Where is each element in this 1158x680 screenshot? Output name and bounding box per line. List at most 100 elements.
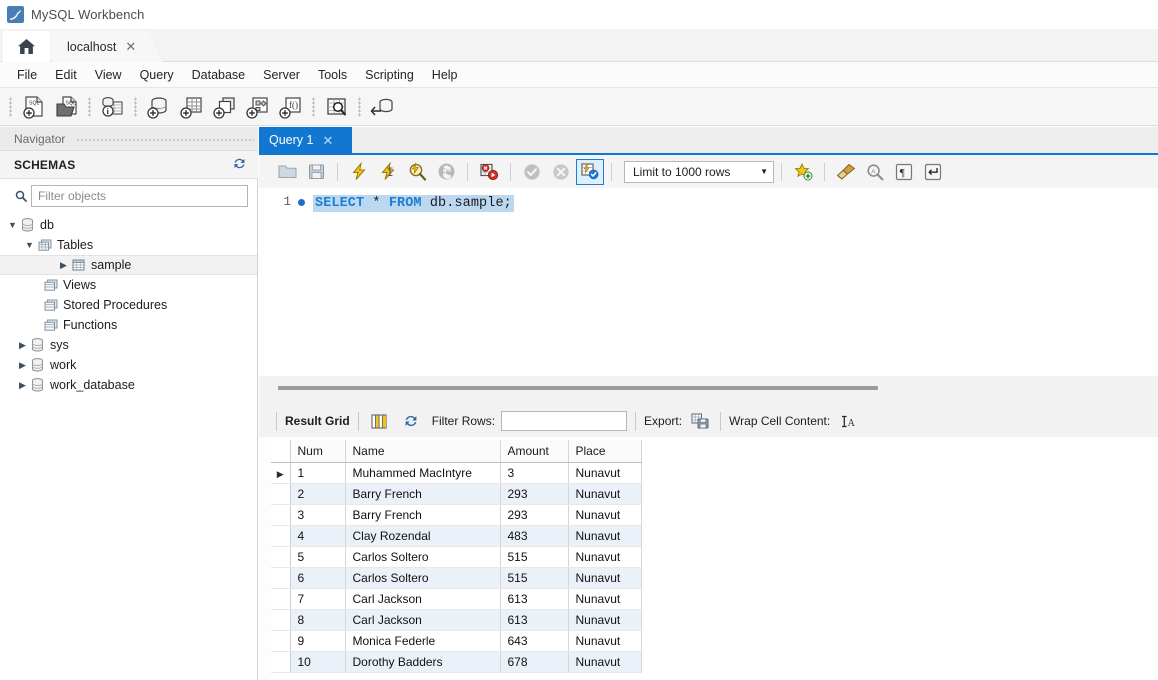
cell-name[interactable]: Barry French	[345, 504, 501, 526]
new-view-button[interactable]	[209, 92, 240, 122]
table-row[interactable]: 10 Dorothy Badders 678 Nunavut	[271, 651, 642, 673]
tree-item-tables[interactable]: ▼ Tables	[0, 235, 257, 255]
cell-place[interactable]: Nunavut	[568, 588, 642, 610]
explain-query-button[interactable]	[403, 159, 431, 185]
open-sql-script-button[interactable]: SQL	[51, 92, 82, 122]
cell-num[interactable]: 8	[290, 609, 346, 631]
refresh-icon[interactable]	[233, 157, 246, 173]
cell-num[interactable]: 6	[290, 567, 346, 589]
cell-num[interactable]: 10	[290, 651, 346, 673]
reconnect-server-button[interactable]	[367, 92, 398, 122]
cell-place[interactable]: Nunavut	[568, 504, 642, 526]
cell-name[interactable]: Monica Federle	[345, 630, 501, 652]
menu-item-scripting[interactable]: Scripting	[356, 65, 423, 85]
cell-name[interactable]: Barry French	[345, 483, 501, 505]
menu-item-server[interactable]: Server	[254, 65, 309, 85]
cell-num[interactable]: 5	[290, 546, 346, 568]
tree-item-stored-procedures[interactable]: Stored Procedures	[0, 295, 257, 315]
cell-place[interactable]: Nunavut	[568, 651, 642, 673]
row-selector[interactable]	[271, 546, 291, 568]
rollback-button[interactable]	[547, 159, 575, 185]
wrap-cell-content-button[interactable]: A	[836, 409, 860, 433]
close-icon[interactable]: ✕	[322, 134, 333, 147]
tree-item-functions[interactable]: Functions	[0, 315, 257, 335]
toggle-autocommit-button[interactable]	[576, 158, 604, 185]
row-selector[interactable]	[271, 525, 291, 547]
new-stored-procedure-button[interactable]	[242, 92, 273, 122]
menu-item-file[interactable]: File	[8, 65, 46, 85]
cell-name[interactable]: Carl Jackson	[345, 588, 501, 610]
stop-query-button[interactable]	[432, 159, 460, 185]
add-snippet-button[interactable]	[789, 159, 817, 185]
cell-amount[interactable]: 613	[500, 609, 569, 631]
tree-item-work-database[interactable]: ▶ work_database	[0, 375, 257, 395]
column-header-num[interactable]: Num	[290, 440, 346, 463]
toggle-invisible-chars-button[interactable]: ¶	[890, 159, 918, 185]
sql-statement-text[interactable]: SELECT * FROM db.sample;	[313, 195, 514, 212]
row-selector[interactable]	[271, 567, 291, 589]
chevron-down-icon[interactable]: ▼	[6, 220, 19, 230]
cell-num[interactable]: 1	[290, 462, 346, 484]
menu-item-edit[interactable]: Edit	[46, 65, 86, 85]
refresh-result-button[interactable]	[399, 409, 423, 433]
new-table-button[interactable]	[176, 92, 207, 122]
chevron-right-icon[interactable]: ▶	[16, 340, 29, 351]
column-header-name[interactable]: Name	[345, 440, 501, 463]
row-selector[interactable]	[271, 504, 291, 526]
table-row[interactable]: 9 Monica Federle 643 Nunavut	[271, 630, 642, 652]
cell-amount[interactable]: 483	[500, 525, 569, 547]
tree-item-sample[interactable]: ▶ sample	[0, 255, 257, 275]
splitter-grip[interactable]	[278, 386, 878, 390]
find-button[interactable]: A	[861, 159, 889, 185]
tree-item-views[interactable]: Views	[0, 275, 257, 295]
close-icon[interactable]: ✕	[125, 40, 136, 53]
new-schema-button[interactable]	[143, 92, 174, 122]
cell-amount[interactable]: 293	[500, 483, 569, 505]
cell-name[interactable]: Clay Rozendal	[345, 525, 501, 547]
cell-place[interactable]: Nunavut	[568, 546, 642, 568]
cell-name[interactable]: Muhammed MacIntyre	[345, 462, 501, 484]
tree-item-db[interactable]: ▼ db	[0, 215, 257, 235]
cell-place[interactable]: Nunavut	[568, 483, 642, 505]
row-selector[interactable]	[271, 483, 291, 505]
table-row[interactable]: 7 Carl Jackson 613 Nunavut	[271, 588, 642, 610]
execute-statement-button[interactable]	[345, 159, 373, 185]
table-row[interactable]: 2 Barry French 293 Nunavut	[271, 483, 642, 505]
result-grid[interactable]: Num Name Amount Place ▶ 1 Muhammed MacIn…	[271, 440, 1158, 680]
cell-num[interactable]: 3	[290, 504, 346, 526]
tab-query-1[interactable]: Query 1 ✕	[259, 127, 352, 153]
menu-item-help[interactable]: Help	[423, 65, 467, 85]
search-data-button[interactable]	[321, 92, 352, 122]
table-row[interactable]: 4 Clay Rozendal 483 Nunavut	[271, 525, 642, 547]
filter-objects-input[interactable]	[31, 185, 248, 207]
cell-num[interactable]: 2	[290, 483, 346, 505]
commit-button[interactable]	[518, 159, 546, 185]
row-selector[interactable]: ▶	[271, 462, 291, 484]
toggle-word-wrap-button[interactable]	[919, 159, 947, 185]
menu-item-database[interactable]: Database	[183, 65, 255, 85]
table-row[interactable]: 8 Carl Jackson 613 Nunavut	[271, 609, 642, 631]
table-row[interactable]: 6 Carlos Soltero 515 Nunavut	[271, 567, 642, 589]
cell-name[interactable]: Dorothy Badders	[345, 651, 501, 673]
cell-name[interactable]: Carlos Soltero	[345, 546, 501, 568]
table-row[interactable]: 5 Carlos Soltero 515 Nunavut	[271, 546, 642, 568]
row-limit-select[interactable]: Limit to 1000 rows ▼	[624, 160, 774, 183]
row-selector[interactable]	[271, 609, 291, 631]
cell-num[interactable]: 9	[290, 630, 346, 652]
chevron-right-icon[interactable]: ▶	[57, 260, 70, 271]
cell-amount[interactable]: 293	[500, 504, 569, 526]
cell-place[interactable]: Nunavut	[568, 609, 642, 631]
chevron-right-icon[interactable]: ▶	[16, 380, 29, 391]
new-sql-tab-button[interactable]: SQL	[18, 92, 49, 122]
row-selector[interactable]	[271, 588, 291, 610]
cell-place[interactable]: Nunavut	[568, 630, 642, 652]
export-recordset-button[interactable]	[688, 409, 712, 433]
chevron-down-icon[interactable]: ▼	[23, 240, 36, 250]
menu-item-view[interactable]: View	[86, 65, 131, 85]
tree-item-work[interactable]: ▶ work	[0, 355, 257, 375]
column-header-amount[interactable]: Amount	[500, 440, 569, 463]
home-tab[interactable]	[3, 31, 50, 62]
menu-item-query[interactable]: Query	[131, 65, 183, 85]
save-script-button[interactable]	[302, 159, 330, 185]
cell-place[interactable]: Nunavut	[568, 567, 642, 589]
